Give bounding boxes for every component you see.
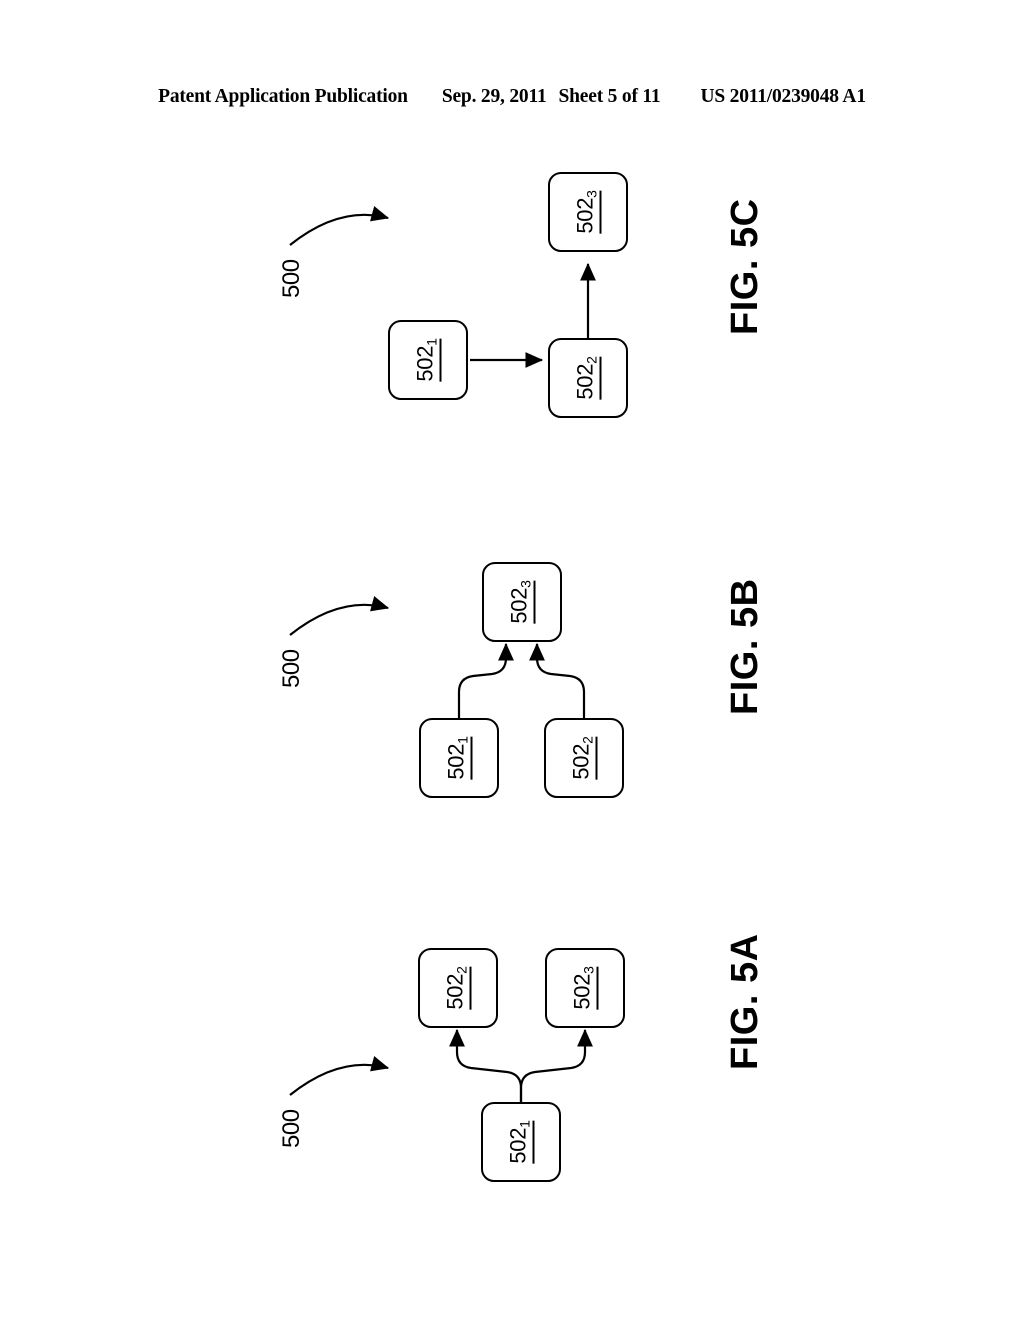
figure-5c-node-502-2: 5022 <box>548 338 628 418</box>
figure-5c-reference-numeral: 500 <box>278 259 305 298</box>
figure-5c-node-502-1: 5021 <box>388 320 468 400</box>
figure-5a-node-502-2: 5022 <box>418 948 498 1028</box>
node-label: 5023 <box>506 580 536 624</box>
node-label: 5022 <box>572 356 602 400</box>
figure-5c-caption: FIG. 5C <box>724 198 766 335</box>
figure-5b-leader-arrow <box>289 596 390 636</box>
header-sheet-number: Sheet 5 of 11 <box>558 86 661 107</box>
node-label: 5021 <box>505 1120 535 1164</box>
figure-5b-caption: FIG. 5B <box>724 578 766 715</box>
header-patent-number: US 2011/0239048 A1 <box>700 86 866 107</box>
page-header: Patent Application Publication Sep. 29, … <box>0 86 1024 114</box>
figure-5a-leader-arrow <box>289 1056 390 1096</box>
figure-5b-node-502-1: 5021 <box>419 718 499 798</box>
edge-n1-n3 <box>519 1028 593 1102</box>
figure-5b-node-502-2: 5022 <box>544 718 624 798</box>
figure-5b-node-502-3: 5023 <box>482 562 562 642</box>
figure-5b-reference-numeral: 500 <box>278 649 305 688</box>
figure-5a-node-502-3: 5023 <box>545 948 625 1028</box>
figure-5a: 500 5022 5023 5021 FIG. 5A <box>0 910 1024 1210</box>
figure-5b: 500 5023 5021 5022 FIG. 5B <box>0 540 1024 830</box>
figure-5a-node-502-1: 5021 <box>481 1102 561 1182</box>
edge-n2-n3 <box>529 642 586 718</box>
node-label: 5023 <box>569 966 599 1010</box>
node-label: 5023 <box>572 190 602 234</box>
node-label: 5022 <box>568 736 598 780</box>
node-label: 5022 <box>442 966 472 1010</box>
header-publication-title: Patent Application Publication <box>158 86 408 107</box>
figure-5c: 500 5021 5022 5023 FIG. 5C <box>0 150 1024 440</box>
figure-5c-connectors <box>289 206 596 368</box>
header-publication-date: Sep. 29, 2011 <box>441 86 547 107</box>
edge-n1-n3 <box>457 642 514 718</box>
figure-5a-caption: FIG. 5A <box>724 933 766 1070</box>
node-label: 5021 <box>412 338 442 382</box>
figure-5c-node-502-3: 5023 <box>548 172 628 252</box>
figure-5a-reference-numeral: 500 <box>278 1109 305 1148</box>
node-label: 5021 <box>443 736 473 780</box>
edge-n1-n2 <box>449 1028 508 1074</box>
figure-5c-leader-arrow <box>289 206 390 246</box>
split-stem <box>506 1070 523 1102</box>
